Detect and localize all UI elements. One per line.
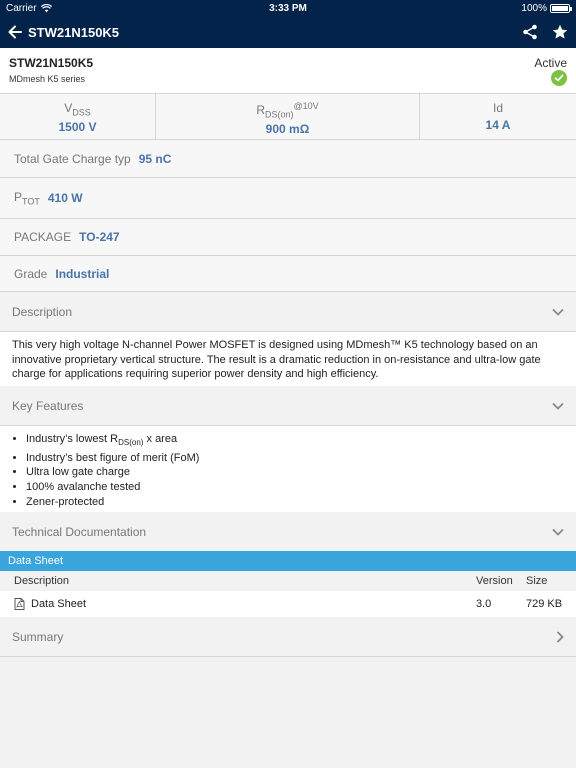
chevron-down-icon <box>552 528 564 536</box>
spec-label: Total Gate Charge typ <box>14 151 131 166</box>
list-item: 100% avalanche tested <box>26 480 564 495</box>
pdf-icon <box>14 598 25 610</box>
datasheet-category-bar: Data Sheet <box>0 551 576 571</box>
product-series: MDmesh K5 series <box>9 74 86 84</box>
battery-icon <box>550 3 572 13</box>
param-value: 1500 V <box>58 120 97 135</box>
part-number: STW21N150K5 <box>9 56 94 70</box>
spec-gate-charge: Total Gate Charge typ 95 nC <box>0 140 576 178</box>
key-features-section-header[interactable]: Key Features <box>0 386 576 426</box>
list-item: Industry’s best figure of merit (FoM) <box>26 451 564 466</box>
section-title: Key Features <box>12 398 84 413</box>
table-row[interactable]: Data Sheet 3.0 729 KB <box>0 591 576 617</box>
page-title: STW21N150K5 <box>28 24 120 40</box>
spec-value: TO-247 <box>79 230 120 244</box>
spec-value: 410 W <box>47 191 83 205</box>
param-id: Id 14 A <box>420 94 576 139</box>
column-header-description: Description <box>14 575 70 587</box>
param-label: VDSS <box>64 101 91 118</box>
key-parameters: VDSS 1500 V RDS(on)@10V 900 mΩ Id 14 A <box>0 94 576 140</box>
param-label: Id <box>492 101 503 115</box>
tech-docs-section-header[interactable]: Technical Documentation <box>0 512 576 551</box>
battery-percent: 100% <box>521 2 547 14</box>
column-header-size: Size <box>526 575 548 587</box>
doc-table-header: Description Version Size <box>0 571 576 591</box>
summary-section-row[interactable]: Summary <box>0 617 576 657</box>
spec-label: PTOT <box>14 189 40 207</box>
arrow-left-icon <box>8 25 22 39</box>
spec-ptot: PTOT 410 W <box>0 178 576 219</box>
spec-grade: Grade Industrial <box>0 256 576 292</box>
param-value: 14 A <box>485 118 511 132</box>
navigation-bar: STW21N150K5 <box>0 16 576 48</box>
check-circle-icon <box>551 70 567 86</box>
column-header-version: Version <box>476 575 513 587</box>
spec-label: PACKAGE <box>14 230 72 244</box>
chevron-down-icon <box>552 308 564 316</box>
section-title: Technical Documentation <box>12 524 147 539</box>
list-item: Ultra low gate charge <box>26 465 564 480</box>
description-section-header[interactable]: Description <box>0 292 576 332</box>
spec-label: Grade <box>14 266 48 281</box>
status-label: Active <box>534 56 567 70</box>
param-rdson: RDS(on)@10V 900 mΩ <box>156 94 420 139</box>
param-label: RDS(on)@10V <box>256 101 319 120</box>
chevron-down-icon <box>552 402 564 410</box>
section-title: Description <box>12 304 73 319</box>
product-header: STW21N150K5 MDmesh K5 series Active <box>0 48 576 94</box>
chevron-right-icon <box>556 630 564 643</box>
star-icon[interactable] <box>552 24 568 40</box>
wifi-icon <box>40 3 52 12</box>
section-title: Summary <box>12 629 64 644</box>
param-vdss: VDSS 1500 V <box>0 94 156 139</box>
spec-package: PACKAGE TO-247 <box>0 219 576 256</box>
description-text: This very high voltage N-channel Power M… <box>0 332 576 386</box>
doc-description-cell: Data Sheet <box>14 591 86 617</box>
spec-value: Industrial <box>55 266 110 281</box>
doc-version: 3.0 <box>476 598 492 610</box>
spec-value: 95 nC <box>138 151 172 166</box>
back-button[interactable]: STW21N150K5 <box>8 25 119 40</box>
list-item: Industry’s lowest RDS(on) x area <box>26 432 564 451</box>
clock: 3:33 PM <box>269 2 307 14</box>
doc-title: Data Sheet <box>31 598 87 610</box>
share-icon[interactable] <box>522 24 538 40</box>
param-value: 900 mΩ <box>265 122 310 137</box>
key-features-list: Industry’s lowest RDS(on) x area Industr… <box>0 426 576 512</box>
status-bar: Carrier 3:33 PM 100% <box>0 0 576 16</box>
carrier-label: Carrier <box>6 2 37 14</box>
list-item: Zener-protected <box>26 495 564 510</box>
doc-size: 729 KB <box>526 598 563 610</box>
